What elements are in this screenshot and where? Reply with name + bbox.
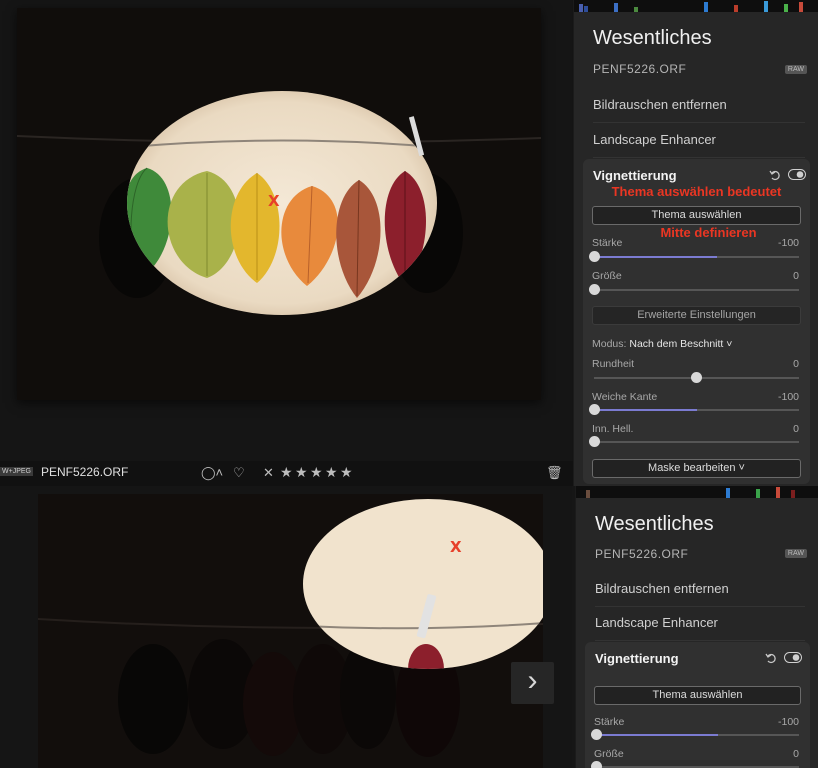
photo-canvas[interactable]: X [38, 494, 543, 768]
toggle-icon[interactable] [788, 169, 806, 180]
toggle-icon[interactable] [784, 652, 802, 663]
slider-value: -100 [777, 391, 799, 403]
slider-label: Rundheit [592, 358, 635, 370]
section-title: Wesentliches [593, 27, 712, 49]
tool-denoise[interactable]: Bildrauschen entfernen [595, 572, 805, 607]
label-circle-icon[interactable]: ◯˄ [201, 466, 223, 480]
amount-slider[interactable] [588, 251, 799, 262]
slider-value: 0 [793, 358, 799, 370]
vignette-panel: Vignettierung Thema auswählen bedeutet T… [583, 159, 810, 484]
slider-thumb[interactable] [590, 729, 602, 740]
inner-brightness-slider[interactable] [588, 436, 799, 447]
filename-label: PENF5226.ORF [41, 465, 129, 479]
center-marker: X [450, 538, 462, 556]
feather-slider[interactable] [588, 404, 799, 415]
image-viewer: X › [0, 486, 572, 768]
star-icon[interactable]: ★ [295, 465, 308, 479]
vignette-panel: Vignettierung Thema auswählen Stärke -10… [585, 642, 810, 768]
slider-value: 0 [793, 748, 799, 760]
star-icon[interactable]: ★ [325, 465, 338, 479]
edit-sidebar: Wesentliches PENF5226.ORF RAW Bildrausch… [573, 0, 818, 486]
histogram [576, 486, 818, 498]
slider-value: -100 [777, 716, 799, 728]
slider-thumb[interactable] [588, 404, 600, 415]
slider-label: Stärke [594, 716, 625, 728]
annotation-text-1: Thema auswählen bedeutet [611, 184, 782, 199]
edit-sidebar: Wesentliches PENF5226.ORF RAW Bildrausch… [575, 486, 818, 768]
sidebar-filename: PENF5226.ORF [595, 547, 689, 561]
tool-landscape-enhancer[interactable]: Landscape Enhancer [595, 606, 805, 641]
slider-label: Weiche Kante [592, 391, 658, 403]
editor-screenshot-top: X W+JPEG PENF5226.ORF ◯˄ ♡ ✕ ★ ★ ★ ★ ★ 🗑… [0, 0, 818, 486]
section-title: Wesentliches [595, 513, 714, 535]
size-slider[interactable] [588, 284, 799, 295]
slider-thumb[interactable] [588, 284, 600, 295]
center-marker: X [268, 192, 280, 210]
star-icon[interactable]: ★ [310, 465, 323, 479]
edit-mask-label: Maske bearbeiten [648, 462, 736, 474]
undo-icon[interactable] [765, 652, 777, 664]
chevron-down-icon: ˅ [735, 462, 745, 474]
mode-selector[interactable]: Modus: Nach dem Beschnitt ˅ [592, 338, 732, 350]
star-icon[interactable]: ★ [340, 465, 353, 479]
raw-badge: RAW [784, 549, 807, 558]
vignette-title: Vignettierung [595, 651, 679, 666]
tool-denoise[interactable]: Bildrauschen entfernen [593, 88, 805, 123]
mode-label: Modus: [592, 338, 627, 350]
filmstrip-bar: W+JPEG PENF5226.ORF ◯˄ ♡ ✕ ★ ★ ★ ★ ★ 🗑 [0, 461, 573, 486]
select-subject-button[interactable]: Thema auswählen [592, 206, 801, 225]
undo-icon[interactable] [769, 169, 781, 181]
image-viewer: X [0, 0, 572, 486]
slider-label: Stärke [592, 237, 623, 249]
slider-label: Inn. Hell. [592, 423, 634, 435]
tool-landscape-enhancer[interactable]: Landscape Enhancer [593, 123, 805, 158]
reject-x-icon[interactable]: ✕ [263, 466, 274, 480]
slider-thumb[interactable] [588, 436, 600, 447]
roundness-slider[interactable] [594, 372, 799, 383]
slider-value: 0 [793, 423, 799, 435]
edit-mask-button[interactable]: Maske bearbeiten ˅ [592, 459, 801, 478]
histogram [574, 0, 818, 12]
slider-thumb[interactable] [691, 372, 702, 383]
mode-value[interactable]: Nach dem Beschnitt [629, 338, 723, 350]
chevron-down-icon: ˅ [723, 338, 733, 350]
slider-label: Größe [594, 748, 624, 760]
star-icon[interactable]: ★ [280, 465, 293, 479]
leaves-photo [38, 494, 543, 768]
slider-value: -100 [777, 237, 799, 249]
amount-slider[interactable] [590, 729, 799, 740]
sidebar-filename: PENF5226.ORF [593, 62, 687, 76]
slider-thumb[interactable] [590, 761, 602, 768]
heart-icon[interactable]: ♡ [233, 466, 245, 480]
next-image-button[interactable]: › [511, 662, 554, 704]
slider-label: Größe [592, 270, 622, 282]
editor-screenshot-bottom: X › Wesentliches PENF5226.ORF RAW Bildra… [0, 486, 818, 768]
vignette-title: Vignettierung [593, 168, 677, 183]
advanced-settings-button[interactable]: Erweiterte Einstellungen [592, 306, 801, 325]
file-type-badge: W+JPEG [0, 467, 33, 476]
slider-thumb[interactable] [588, 251, 600, 262]
raw-badge: RAW [784, 65, 807, 74]
slider-value: 0 [793, 270, 799, 282]
trash-icon[interactable]: 🗑 [546, 466, 563, 480]
select-subject-button[interactable]: Thema auswählen [594, 686, 801, 705]
photo-canvas[interactable]: X [17, 8, 541, 400]
